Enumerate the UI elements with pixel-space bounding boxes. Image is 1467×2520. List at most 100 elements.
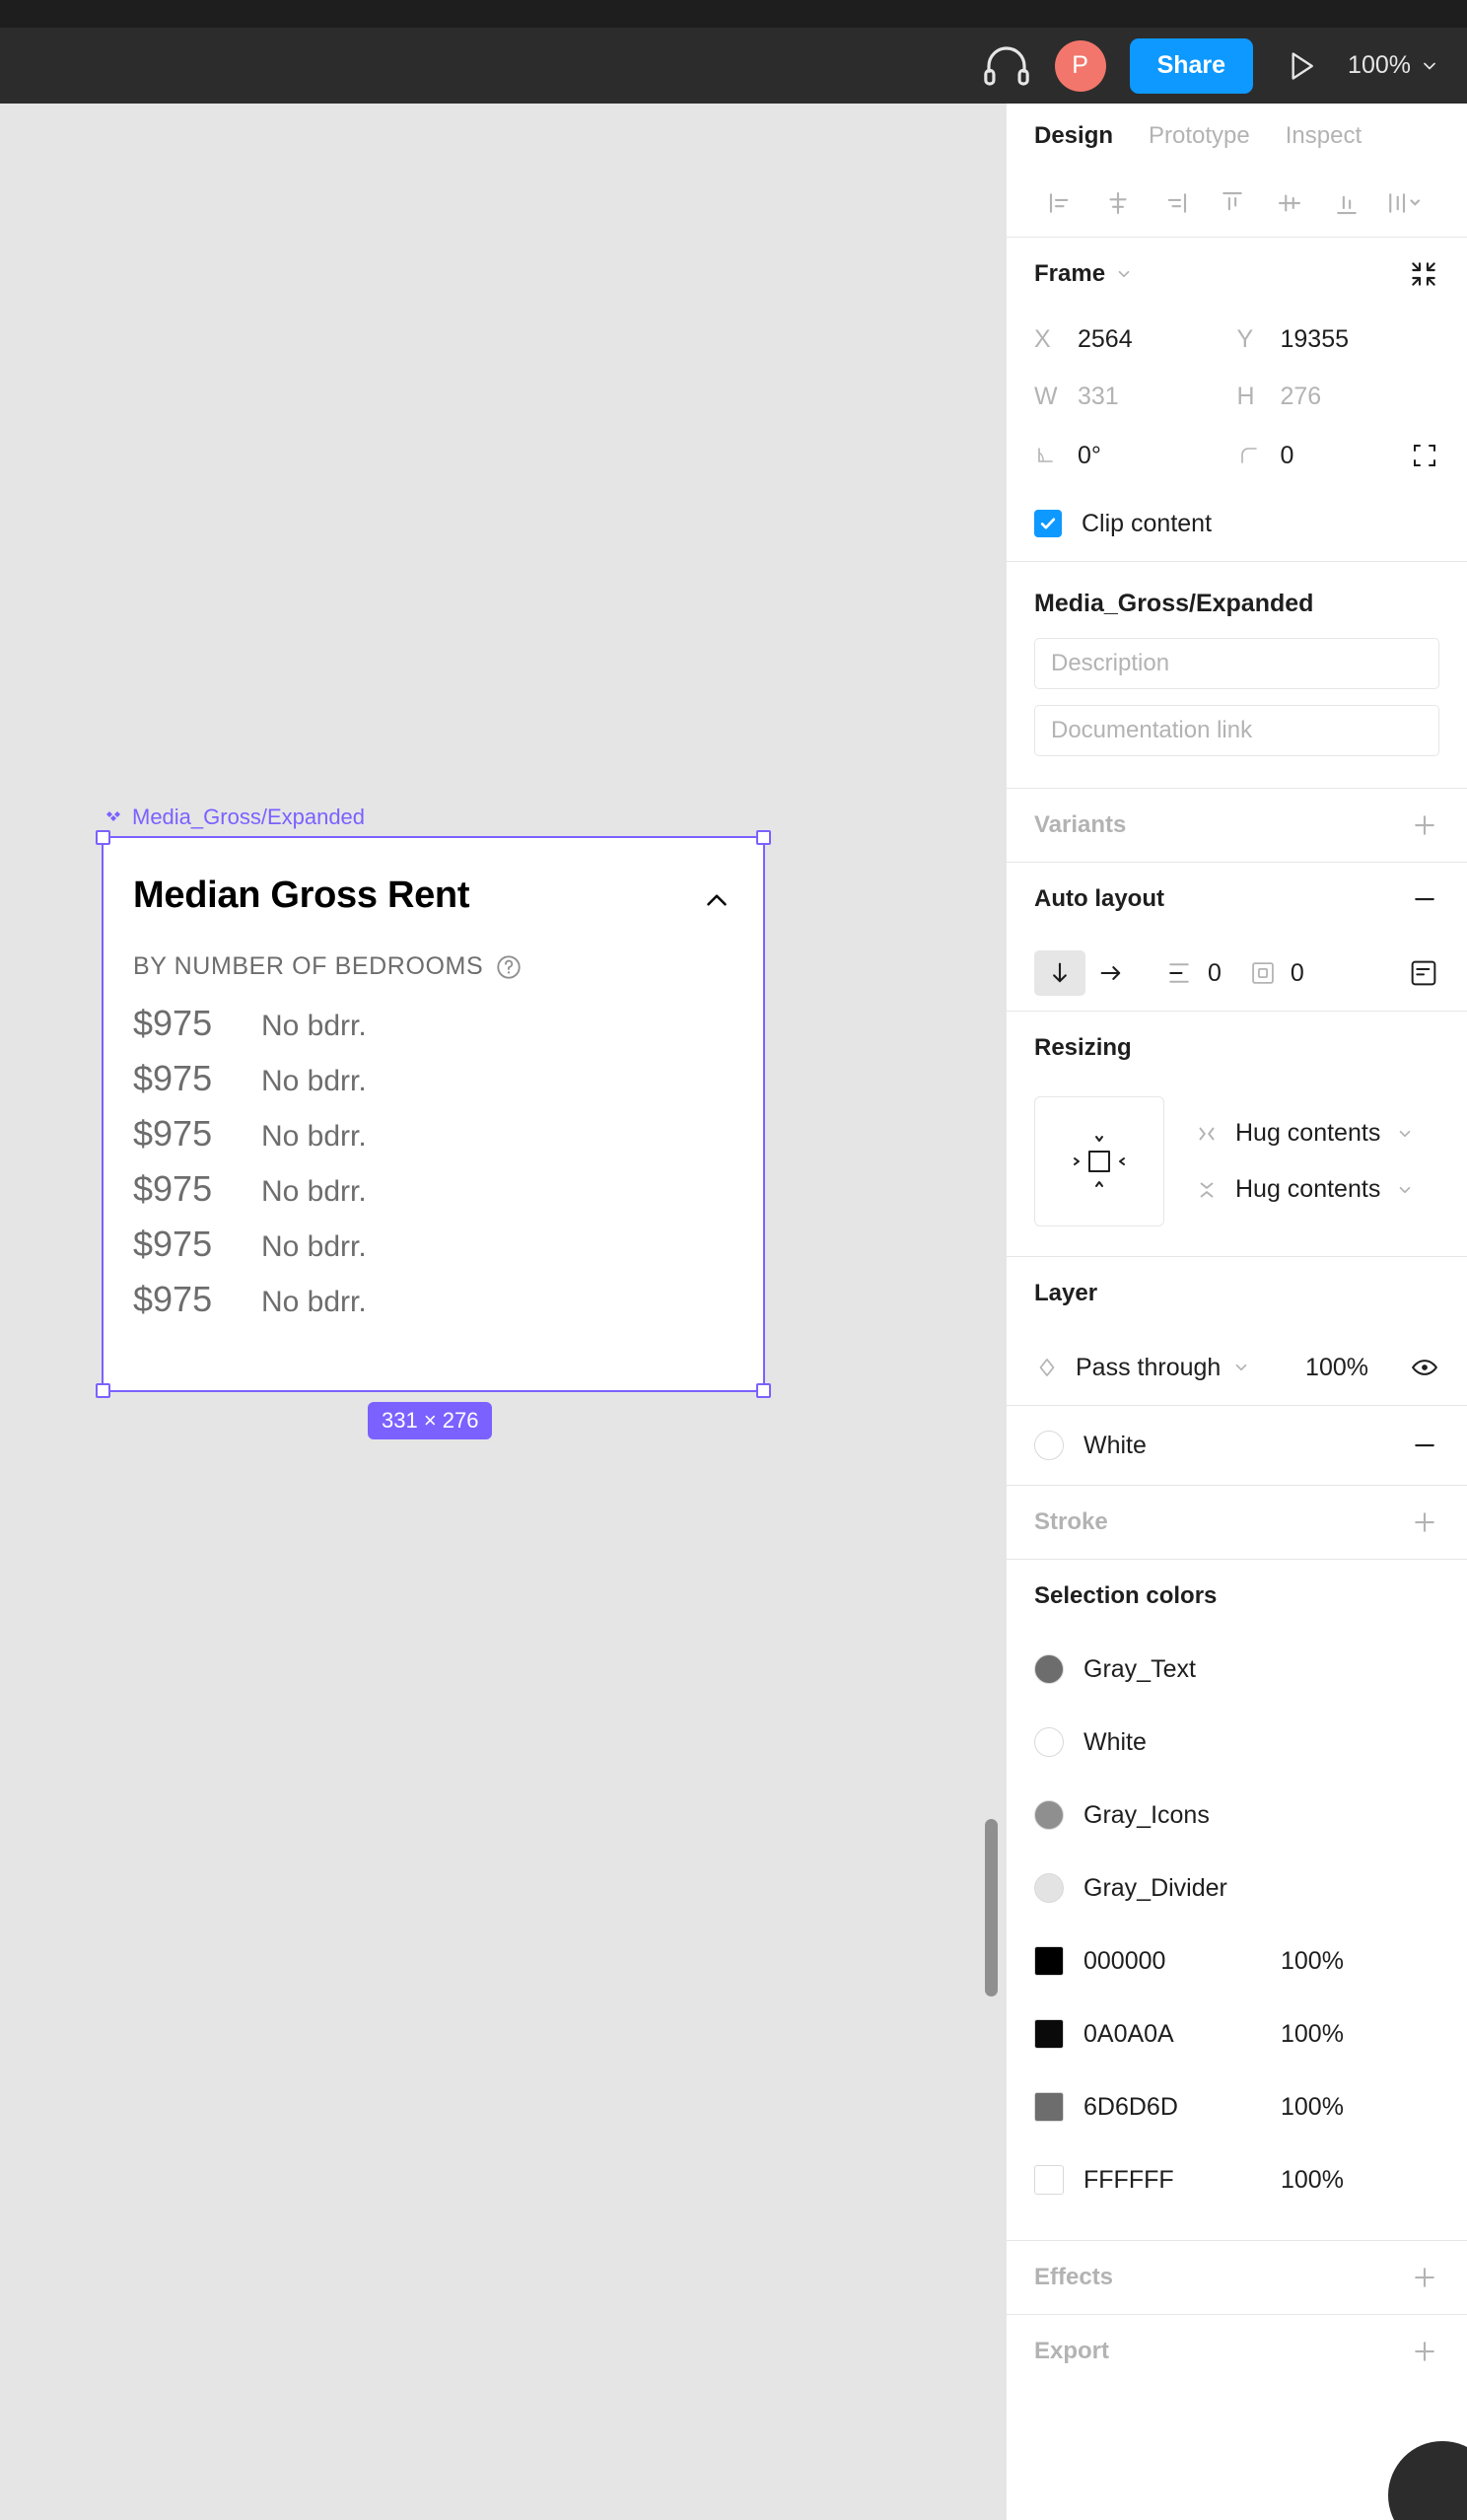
list-item[interactable]: Gray_Divider xyxy=(1034,1852,1439,1925)
selection-colors-header: Selection colors xyxy=(1034,1560,1439,1633)
add-effect-icon[interactable] xyxy=(1410,2263,1439,2292)
resize-handle-top-left[interactable] xyxy=(96,830,110,845)
list-item[interactable]: 6D6D6D 100% xyxy=(1034,2070,1439,2143)
resize-handle-top-right[interactable] xyxy=(756,830,771,845)
rent-amount: $975 xyxy=(133,1224,213,1264)
list-item[interactable]: Gray_Text xyxy=(1034,1633,1439,1706)
table-row: $975 No bdrr. xyxy=(133,1113,734,1168)
list-item[interactable]: 0A0A0A 100% xyxy=(1034,1997,1439,2070)
padding-field[interactable]: 0 xyxy=(1249,959,1304,988)
rent-amount: $975 xyxy=(133,1168,213,1209)
tab-prototype[interactable]: Prototype xyxy=(1149,122,1250,150)
floating-action-button[interactable] xyxy=(1388,2441,1467,2520)
selected-frame-wrapper: Media_Gross/Expanded Median Gross Rent B xyxy=(96,805,771,1439)
padding-icon xyxy=(1249,959,1277,987)
alignment-toolbar xyxy=(1007,169,1467,238)
height-field[interactable]: H 276 xyxy=(1237,383,1440,411)
chevron-up-icon[interactable] xyxy=(700,883,734,917)
list-item[interactable]: FFFFFF 100% xyxy=(1034,2143,1439,2216)
blend-mode-value: Pass through xyxy=(1076,1353,1222,1381)
remove-fill-icon[interactable] xyxy=(1410,1431,1439,1460)
component-card[interactable]: Median Gross Rent BY NUMBER OF BEDROOMS xyxy=(96,830,771,1398)
color-swatch[interactable] xyxy=(1034,2019,1064,2049)
stroke-section-header: Stroke xyxy=(1034,1486,1439,1559)
constraints-pad[interactable] xyxy=(1034,1096,1164,1226)
add-export-icon[interactable] xyxy=(1410,2337,1439,2366)
tab-design[interactable]: Design xyxy=(1034,122,1113,150)
resize-handle-bottom-right[interactable] xyxy=(756,1383,771,1398)
layout-direction-vertical-icon[interactable] xyxy=(1034,950,1085,996)
canvas-scrollbar[interactable] xyxy=(985,1819,998,1996)
list-item[interactable]: Gray_Icons xyxy=(1034,1779,1439,1852)
color-swatch[interactable] xyxy=(1034,1873,1064,1903)
layout-direction-horizontal-icon[interactable] xyxy=(1085,950,1137,996)
remove-auto-layout-icon[interactable] xyxy=(1410,884,1439,914)
h-label: H xyxy=(1236,382,1255,410)
help-circle-icon[interactable] xyxy=(495,953,523,981)
clip-content-row[interactable]: Clip content xyxy=(1034,486,1439,561)
color-swatch[interactable] xyxy=(1034,1727,1064,1757)
play-triangle-icon[interactable] xyxy=(1279,44,1322,88)
auto-layout-section-title: Auto layout xyxy=(1034,885,1164,912)
add-stroke-icon[interactable] xyxy=(1410,1507,1439,1537)
blend-mode-select[interactable]: Pass through xyxy=(1076,1354,1250,1382)
card-content: Median Gross Rent BY NUMBER OF BEDROOMS xyxy=(104,838,763,1334)
zoom-control[interactable]: 100% xyxy=(1348,51,1439,80)
align-horizontal-center-icon[interactable] xyxy=(1089,180,1147,226)
avatar[interactable]: P xyxy=(1054,39,1106,92)
color-swatch[interactable] xyxy=(1034,1654,1064,1684)
export-section-header: Export xyxy=(1034,2315,1439,2388)
angle-icon xyxy=(1034,444,1060,467)
vertical-resize-icon xyxy=(1194,1177,1220,1203)
gap-field[interactable]: 0 xyxy=(1164,958,1222,988)
clip-content-checkbox[interactable] xyxy=(1034,510,1062,537)
color-name: 6D6D6D xyxy=(1083,2092,1178,2121)
resize-handle-bottom-left[interactable] xyxy=(96,1383,110,1398)
color-swatch[interactable] xyxy=(1034,1946,1064,1976)
align-vertical-center-icon[interactable] xyxy=(1261,180,1318,226)
add-variant-icon[interactable] xyxy=(1410,810,1439,840)
chevron-down-icon xyxy=(1396,1181,1414,1199)
description-field[interactable] xyxy=(1034,638,1439,689)
frame-type-selector[interactable]: Frame xyxy=(1034,260,1133,288)
selection-label[interactable]: Media_Gross/Expanded xyxy=(104,805,365,830)
w-value: 331 xyxy=(1078,382,1119,410)
list-item[interactable]: 000000 100% xyxy=(1034,1925,1439,1997)
headphones-icon[interactable] xyxy=(980,39,1033,93)
fill-row[interactable]: White xyxy=(1034,1406,1439,1485)
text-align-settings-icon[interactable] xyxy=(1408,957,1439,989)
documentation-link-field[interactable] xyxy=(1034,705,1439,756)
blend-mode-icon xyxy=(1034,1355,1060,1380)
vertical-resizing-select[interactable]: Hug contents xyxy=(1194,1175,1414,1204)
rotation-field[interactable]: 0° xyxy=(1034,442,1237,470)
horizontal-resizing-select[interactable]: Hug contents xyxy=(1194,1119,1414,1148)
x-field[interactable]: X 2564 xyxy=(1034,325,1237,354)
corner-radius-field[interactable]: 0 xyxy=(1237,441,1440,470)
align-bottom-icon[interactable] xyxy=(1318,180,1375,226)
rent-label: No bdrr. xyxy=(261,1120,367,1153)
tab-inspect[interactable]: Inspect xyxy=(1286,122,1362,150)
align-right-icon[interactable] xyxy=(1147,180,1204,226)
layer-opacity-value[interactable]: 100% xyxy=(1305,1354,1368,1382)
component-name: Media_Gross/Expanded xyxy=(1034,590,1314,617)
canvas[interactable]: Media_Gross/Expanded Median Gross Rent B xyxy=(0,104,1006,2520)
selection-colors-title: Selection colors xyxy=(1034,1582,1218,1609)
independent-corners-icon[interactable] xyxy=(1410,441,1439,470)
eye-icon[interactable] xyxy=(1410,1353,1439,1382)
align-left-icon[interactable] xyxy=(1032,180,1089,226)
table-row: $975 No bdrr. xyxy=(133,1003,734,1058)
align-top-icon[interactable] xyxy=(1204,180,1261,226)
y-label: Y xyxy=(1236,324,1254,353)
right-panel: Design Prototype Inspect Frame X 2564 Y … xyxy=(1006,104,1467,2520)
share-button[interactable]: Share xyxy=(1129,37,1254,94)
color-swatch[interactable] xyxy=(1034,2165,1064,2195)
layer-section-title: Layer xyxy=(1034,1280,1098,1306)
fill-swatch[interactable] xyxy=(1034,1431,1064,1460)
collapse-frame-icon[interactable] xyxy=(1408,258,1439,290)
color-swatch[interactable] xyxy=(1034,1800,1064,1830)
width-field[interactable]: W 331 xyxy=(1034,383,1237,411)
y-field[interactable]: Y 19355 xyxy=(1237,325,1440,354)
color-swatch[interactable] xyxy=(1034,2092,1064,2122)
list-item[interactable]: White xyxy=(1034,1706,1439,1779)
distribute-icon[interactable] xyxy=(1375,180,1432,226)
